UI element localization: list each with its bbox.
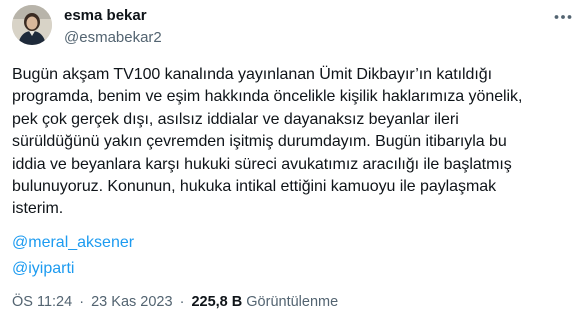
tweet-text-line: Bugün akşam TV100 kanalında yayınlanan Ü…	[12, 66, 492, 83]
tweet-time[interactable]: ÖS 11:24	[12, 294, 72, 310]
views-count: 225,8 B	[191, 294, 243, 310]
meta-separator: ·	[79, 294, 85, 310]
tweet-text-line: isterim.	[12, 200, 64, 218]
views-label: Görüntülenme	[246, 294, 339, 310]
tweet-text-line: programda, benim ve eşim hakkında önceli…	[12, 88, 523, 106]
more-options-button[interactable]	[552, 7, 574, 27]
tweet-date[interactable]: 23 Kas 2023	[91, 294, 172, 310]
tweet-text-line: bulunuyoruz. Konunun, hukuka intikal ett…	[12, 178, 497, 196]
author-display-name[interactable]: esma bekar	[64, 7, 162, 25]
mention-link-meral-aksener[interactable]: @meral_aksener	[12, 232, 134, 254]
mention-link-iyiparti[interactable]: @iyiparti	[12, 258, 74, 280]
profile-photo	[12, 5, 52, 45]
meta-separator: ·	[179, 294, 185, 310]
more-horizontal-icon	[554, 15, 572, 19]
author-block[interactable]: esma bekar @esmabekar2	[64, 7, 162, 47]
tweet-text-line: iddia ve beyanlara karşı hukuki süreci a…	[12, 155, 512, 173]
author-handle[interactable]: @esmabekar2	[64, 29, 162, 47]
avatar[interactable]	[12, 5, 52, 45]
tweet-text-line: sürüldüğünü yakın çevremden işitmiş duru…	[12, 133, 507, 151]
tweet-metadata: ÖS 11:24 · 23 Kas 2023 · 225,8 B Görüntü…	[12, 293, 338, 311]
tweet-text-line: pek çok gerçek dışı, asılsız iddialar ve…	[12, 110, 459, 128]
tweet: esma bekar @esmabekar2 Bugün akşam TV100…	[0, 0, 583, 316]
tweet-text: Bugün akşam TV100 kanalında yayınlanan Ü…	[12, 64, 580, 221]
